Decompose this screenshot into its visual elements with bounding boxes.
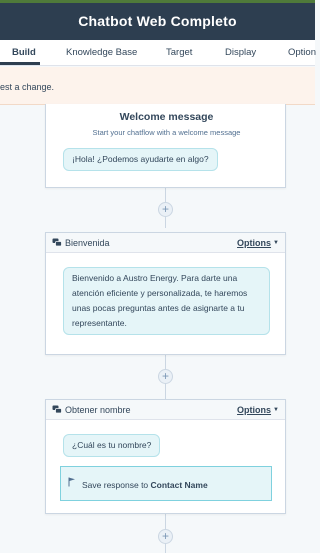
options-label: Options [237, 405, 272, 415]
active-tab-indicator [0, 62, 40, 65]
save-prefix: Save response to [82, 480, 149, 490]
caret-down-icon: ▼ [273, 240, 279, 246]
bot-message-bubble[interactable]: Bienvenido a Austro Energy. Para darte u… [63, 267, 270, 335]
card-header: Bienvenida Options ▼ [46, 233, 285, 253]
welcome-message-bubble[interactable]: ¡Hola! ¿Podemos ayudarte en algo? [63, 148, 218, 171]
banner-text: est a change. [0, 82, 55, 92]
card-title: Bienvenida [65, 238, 110, 248]
tab-bar: Build Knowledge Base Target Display Opti… [0, 40, 316, 66]
welcome-subtitle: Start your chatflow with a welcome messa… [92, 128, 241, 137]
chat-bubbles-icon [52, 405, 62, 414]
welcome-title: Welcome message [119, 111, 214, 123]
notification-banner: est a change. [0, 67, 315, 105]
tab-build[interactable]: Build [12, 47, 36, 58]
header-accent-bar [0, 0, 315, 3]
page-title: Chatbot Web Completo [78, 13, 237, 29]
tab-target[interactable]: Target [166, 47, 192, 58]
chat-bubbles-icon [52, 238, 62, 247]
flag-icon [68, 477, 75, 487]
save-response-text: Save response to Contact Name [82, 480, 208, 490]
action-card-obtener-nombre[interactable]: Obtener nombre Options ▼ ¿Cuál es tu nomb… [45, 399, 286, 514]
options-label: Options [237, 238, 272, 248]
save-response-box[interactable]: Save response to Contact Name [60, 466, 272, 501]
add-action-button[interactable]: + [158, 369, 173, 384]
caret-down-icon: ▼ [273, 407, 279, 413]
tab-display[interactable]: Display [225, 47, 256, 58]
card-title: Obtener nombre [65, 405, 131, 415]
welcome-message-card[interactable]: Welcome message Start your chatflow with… [45, 104, 286, 188]
options-dropdown[interactable]: Options ▼ [237, 238, 279, 248]
card-header: Obtener nombre Options ▼ [46, 400, 285, 420]
add-action-button[interactable]: + [158, 529, 173, 544]
action-card-bienvenida[interactable]: Bienvenida Options ▼ Bienvenido a Austro … [45, 232, 286, 355]
tab-options[interactable]: Option [288, 47, 316, 58]
app-header: Chatbot Web Completo [0, 0, 315, 40]
tab-knowledge-base[interactable]: Knowledge Base [66, 47, 137, 58]
save-property: Contact Name [150, 480, 208, 490]
bot-question-bubble[interactable]: ¿Cuál es tu nombre? [63, 434, 161, 457]
options-dropdown[interactable]: Options ▼ [237, 405, 279, 415]
add-action-button[interactable]: + [158, 202, 173, 217]
